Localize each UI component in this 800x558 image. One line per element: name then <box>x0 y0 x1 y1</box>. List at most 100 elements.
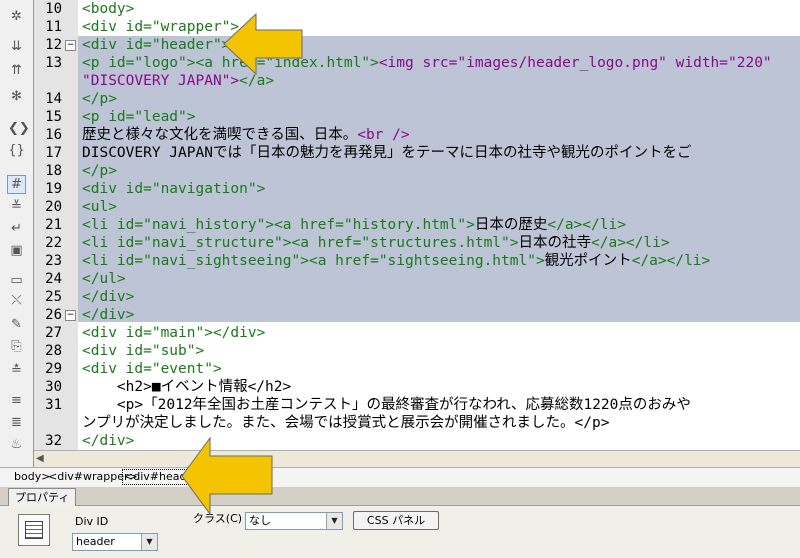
line-number: 14 <box>45 91 62 107</box>
code-token: </div> <box>82 289 135 305</box>
code-line[interactable]: <li id="navi_sightseeing"><a href="sight… <box>82 252 710 270</box>
code-line[interactable]: <p id="logo"><a href="index.html"><img s… <box>82 54 772 72</box>
properties-panel: Div ID header ▼ クラス(C) なし ▼ CSS パネル <box>0 506 800 558</box>
code-token: <a href="history.html"> <box>274 217 475 233</box>
code-token: <li id="navi_history"> <box>82 217 275 233</box>
css-panel-button[interactable]: CSS パネル <box>353 511 439 530</box>
code-line[interactable]: 歴史と様々な文化を満喫できる国、日本。<br /> <box>82 126 410 144</box>
code-line[interactable]: </div> <box>82 306 134 324</box>
outdent-icon[interactable]: ≣ <box>8 414 25 431</box>
div-id-label: Div ID <box>75 515 109 528</box>
code-line[interactable]: </ul> <box>82 270 126 288</box>
line-number: 28 <box>45 343 62 359</box>
annotation-arrow-code-shape <box>223 12 303 76</box>
code-line[interactable]: DISCOVERY JAPANでは「日本の魅力を再発見」をテーマに日本の社寺や観… <box>82 144 691 162</box>
code-line[interactable]: <div id="main"></div> <box>82 324 265 342</box>
code-token: <div id="wrapper"> <box>82 19 240 35</box>
remove-comment-icon[interactable]: ⤬ <box>8 292 25 309</box>
code-line[interactable]: <p>「2012年全国お土産コンテスト」の最終審査が行なわれ、応募総数1220点… <box>82 396 691 414</box>
line-number: 30 <box>45 379 62 395</box>
code-token: 日本の社寺 <box>518 235 592 251</box>
scroll-left-icon[interactable]: ◀ <box>36 452 50 465</box>
highlight-invalid-icon[interactable]: # <box>7 175 26 194</box>
code-token: <li id="navi_structure"> <box>82 235 292 251</box>
code-line[interactable]: <h2>■イベント情報</h2> <box>82 378 291 396</box>
apply-comment-icon[interactable]: ▭ <box>8 272 25 289</box>
coding-toolbar: ✲ ⇊ ⇈ ✻ ❮❯ {} # ≚ ↵ ▣ ▭ ⤬ ✎ ⎘ ≛ ≡ ≣ ♨ <box>0 0 34 468</box>
code-line[interactable]: <div id="navigation"> <box>82 180 265 198</box>
code-token: <br /> <box>357 127 410 143</box>
wrap-tag-icon[interactable]: ✎ <box>8 316 25 333</box>
horizontal-scrollbar[interactable]: ◀ <box>34 450 800 467</box>
line-number: 10 <box>45 1 62 17</box>
line-number: 16 <box>45 127 62 143</box>
expand-all-icon[interactable]: ⇈ <box>8 62 25 79</box>
code-line[interactable]: <p id="lead"> <box>82 108 196 126</box>
validate-icon[interactable]: ♨ <box>8 436 25 453</box>
line-number: 17 <box>45 145 62 161</box>
code-line[interactable]: <li id="navi_history"><a href="history.h… <box>82 216 626 234</box>
code-line[interactable]: <li id="navi_structure"><a href="structu… <box>82 234 670 252</box>
code-line[interactable]: </div> <box>82 432 134 450</box>
code-token: 観光ポイント <box>544 253 632 269</box>
asterisk-icon[interactable]: ✲ <box>8 8 25 25</box>
code-line[interactable]: <div id="event"> <box>82 360 222 378</box>
line-number: 22 <box>45 235 62 251</box>
code-view[interactable]: <body> <div id="wrapper"> <div id="header"… <box>78 0 800 450</box>
code-token: <div id="navigation"> <box>82 181 266 197</box>
code-line[interactable]: </div> <box>82 288 134 306</box>
syntax-coloring-icon[interactable]: ≚ <box>8 198 25 215</box>
code-token: <h2>■イベント情報</h2> <box>82 379 292 395</box>
line-number: 26 <box>45 307 62 323</box>
chevron-down-icon[interactable]: ▼ <box>141 534 157 550</box>
code-line[interactable]: <div id="sub"> <box>82 342 204 360</box>
code-token: <img src="images/header_logo.png" width=… <box>378 55 772 71</box>
fold-toggle-icon[interactable]: − <box>65 40 76 51</box>
code-token: <li id="navi_sightseeing"> <box>82 253 309 269</box>
code-line[interactable]: <div id="wrapper"> <box>82 18 239 36</box>
line-number: 24 <box>45 271 62 287</box>
line-number: 15 <box>45 109 62 125</box>
code-token: </div> <box>82 307 135 323</box>
format-source-icon[interactable]: ≛ <box>8 362 25 379</box>
properties-tab[interactable]: プロパティ <box>8 488 77 506</box>
code-token: <div id="main"></div> <box>82 325 266 341</box>
code-line[interactable]: <body> <box>82 0 134 18</box>
code-token: ンプリが決定しました。また、会場では授賞式と展示会が開催されました。</p> <box>82 415 610 431</box>
code-token: <ul> <box>82 199 117 215</box>
code-line[interactable]: </p> <box>82 162 117 180</box>
crumb-body[interactable]: body> <box>14 468 50 486</box>
line-numbers-icon[interactable]: {} <box>8 142 25 159</box>
code-line[interactable]: ンプリが決定しました。また、会場では授賞式と展示会が開催されました。</p> <box>82 414 609 432</box>
move-css-icon[interactable]: ⎘ <box>8 338 25 355</box>
code-token: 歴史と様々な文化を満喫できる国、日本。 <box>82 127 358 143</box>
code-token: 日本の歴史 <box>474 217 548 233</box>
code-token: </p> <box>82 163 117 179</box>
chevron-down-icon[interactable]: ▼ <box>326 513 342 529</box>
balance-braces-icon[interactable]: ❮❯ <box>8 120 30 137</box>
div-id-select[interactable]: header ▼ <box>72 533 158 551</box>
code-token: "DISCOVERY JAPAN"> <box>82 73 240 89</box>
word-wrap-icon[interactable]: ↵ <box>8 220 25 237</box>
line-number: 21 <box>45 217 62 233</box>
line-number: 11 <box>45 19 62 35</box>
fold-toggle-icon[interactable]: − <box>65 310 76 321</box>
code-token: </a></li> <box>631 253 711 269</box>
code-token: <p id="lead"> <box>82 109 196 125</box>
select-parent-tag-icon[interactable]: ✻ <box>8 88 25 105</box>
indent-icon[interactable]: ≡ <box>8 392 25 409</box>
code-line[interactable]: <ul> <box>82 198 117 216</box>
annotation-arrow-tag-shape <box>181 436 273 516</box>
collapse-tag-icon[interactable]: ⇊ <box>8 38 25 55</box>
div-id-value: header <box>76 535 115 548</box>
line-number: 31 <box>45 397 62 413</box>
recent-snippets-icon[interactable]: ▣ <box>8 242 25 259</box>
line-number: 23 <box>45 253 62 269</box>
annotation-arrow-code <box>223 12 303 76</box>
line-number: 19 <box>45 181 62 197</box>
code-token: <div id="event"> <box>82 361 222 377</box>
code-line[interactable]: <div id="header"> <box>82 36 230 54</box>
line-number: 18 <box>45 163 62 179</box>
code-line[interactable]: </p> <box>82 90 117 108</box>
code-token: </a></li> <box>591 235 670 251</box>
